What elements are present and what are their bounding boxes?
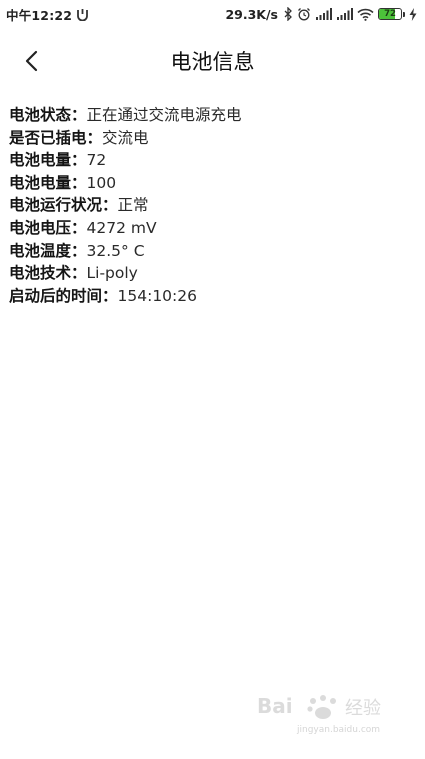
battery-info-value: 72	[86, 151, 107, 170]
network-speed: 29.3K/s	[225, 6, 278, 22]
notification-app-icon	[76, 8, 89, 21]
battery-info-label: 启动后的时间：	[9, 286, 118, 305]
wifi-icon	[357, 8, 374, 21]
battery-info-value: Li-poly	[86, 264, 138, 283]
app-header: 电池信息	[0, 36, 425, 84]
battery-info-label: 电池电量：	[9, 151, 87, 170]
battery-info-label: 是否已插电：	[9, 128, 103, 147]
signal-icon	[336, 8, 353, 20]
battery-info-row: 是否已插电：交流电	[9, 127, 242, 150]
battery-info-value: 4272 mV	[86, 218, 157, 237]
battery-info-value: 100	[86, 173, 117, 192]
battery-info-value: 正常	[117, 196, 149, 215]
battery-level: 72	[384, 8, 396, 19]
battery-tip	[403, 11, 405, 17]
battery-info-label: 电池温度：	[9, 241, 87, 260]
battery-info-label: 电池技术：	[9, 264, 87, 283]
battery-info-row: 电池运行状况：正常	[9, 194, 242, 217]
battery-icon: 72	[378, 8, 405, 20]
battery-info-row: 电池技术：Li-poly	[9, 262, 242, 285]
status-bar-left: 中午12:22	[6, 5, 89, 24]
baidu-watermark: Bai 经验 jingyan.baidu.com	[253, 689, 403, 735]
battery-info-value: 154:10:26	[117, 286, 197, 305]
battery-info-label: 电池状态：	[9, 106, 87, 124]
signal-icon	[315, 8, 332, 20]
battery-info-value: 交流电	[102, 128, 149, 147]
battery-info-row: 电池电量：100	[9, 172, 242, 195]
charging-bolt-icon	[409, 7, 417, 21]
battery-info-row: 电池电压：4272 mV	[9, 217, 242, 240]
battery-info-row: 电池状态：正在通过交流电源充电	[9, 104, 242, 127]
battery-info-list: 电池状态：正在通过交流电源充电 是否已插电：交流电 电池电量：72 电池电量：100 电…	[9, 104, 242, 307]
alarm-icon	[297, 7, 311, 21]
bluetooth-icon	[284, 7, 293, 21]
battery-info-row: 启动后的时间：154:10:26	[9, 285, 242, 308]
svg-text:经验: 经验	[345, 698, 381, 719]
battery-info-value: 32.5° C	[86, 241, 145, 260]
status-bar: 中午12:22 29.3K/s 72	[0, 0, 425, 28]
battery-info-label: 电池运行状况：	[9, 196, 118, 215]
status-time: 中午12:22	[6, 7, 73, 23]
baidu-logo-icon: Bai 经验	[257, 694, 381, 719]
status-bar-right: 29.3K/s 72	[225, 7, 417, 22]
watermark-url: jingyan.baidu.com	[297, 725, 381, 735]
battery-info-label: 电池电压：	[9, 218, 87, 237]
battery-info-row: 电池电量：72	[9, 149, 242, 172]
svg-text:Bai: Bai	[257, 694, 293, 718]
battery-info-value: 正在通过交流电源充电	[86, 106, 242, 124]
battery-info-label: 电池电量：	[9, 173, 87, 192]
page-title: 电池信息	[170, 50, 255, 74]
battery-body: 72	[378, 8, 402, 20]
battery-info-row: 电池温度：32.5° C	[9, 240, 242, 263]
